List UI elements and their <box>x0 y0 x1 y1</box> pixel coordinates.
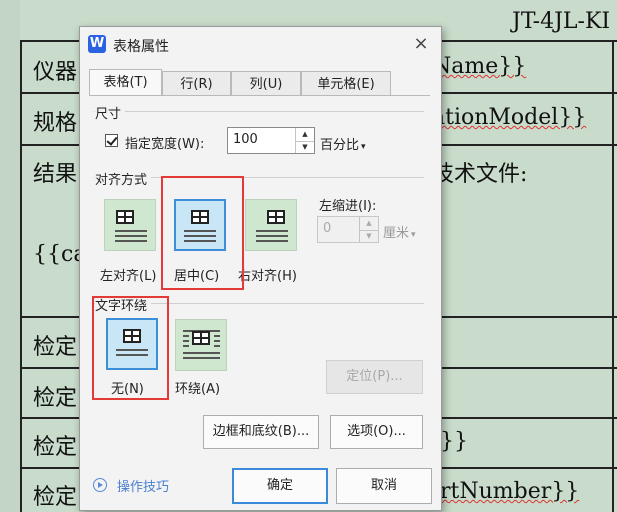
alignment-group-label: 对齐方式 <box>95 169 152 188</box>
tab-row[interactable]: 行(R) <box>162 71 231 96</box>
spin-up-icon[interactable]: ▲ <box>296 128 314 142</box>
spin-down-icon[interactable]: ▼ <box>360 230 378 243</box>
width-unit-value: 百分比 <box>320 138 360 153</box>
align-right-label[interactable]: 右对齐(H) <box>238 265 297 284</box>
text-line-icon <box>256 235 288 237</box>
table-border <box>20 40 22 512</box>
operation-tips-link[interactable]: 操作技巧 <box>117 476 169 495</box>
tab-column[interactable]: 列(U) <box>231 71 301 96</box>
table-row-label[interactable]: 结果 <box>33 156 77 188</box>
text-line-icon <box>115 240 147 242</box>
left-indent-label: 左缩进(I): <box>319 199 377 214</box>
text-line-icon <box>214 335 220 337</box>
align-left-label[interactable]: 左对齐(L) <box>100 265 156 284</box>
table-row-label[interactable]: 规格 <box>33 105 77 137</box>
play-circle-icon[interactable] <box>93 478 107 492</box>
width-unit-select[interactable]: 百分比 ▾ <box>320 134 366 153</box>
table-border <box>612 40 614 512</box>
tab-cell[interactable]: 单元格(E) <box>301 71 391 96</box>
text-line-icon <box>183 340 189 342</box>
dialog-title: 表格属性 <box>113 39 169 55</box>
table-row-value[interactable]: }} <box>440 429 468 454</box>
table-icon <box>192 331 210 345</box>
table-row-label[interactable]: 仪器 <box>33 54 77 86</box>
indent-unit-value: 厘米 <box>383 226 410 241</box>
document-margin <box>0 0 20 512</box>
highlight-box-wrap-none <box>92 296 169 400</box>
group-divider <box>94 111 424 112</box>
table-icon <box>267 210 285 224</box>
width-value: 100 <box>233 132 258 147</box>
options-button[interactable]: 选项(O)... <box>330 415 423 449</box>
table-row-label[interactable]: 检定 <box>33 479 77 511</box>
align-right-option[interactable] <box>245 199 297 251</box>
document-id: JT-4JL-KI <box>512 9 611 34</box>
highlight-box-center-align <box>161 176 244 290</box>
dropdown-caret-icon: ▾ <box>361 142 366 152</box>
text-line-icon <box>183 335 189 337</box>
table-row-value[interactable]: Name}} <box>432 54 526 79</box>
text-line-icon <box>183 357 220 359</box>
dialog-title-bar[interactable]: W 表格属性 × <box>80 27 441 61</box>
tab-divider <box>89 95 430 96</box>
table-row-label[interactable]: 检定 <box>33 329 77 361</box>
text-line-icon <box>214 340 220 342</box>
text-line-icon <box>183 352 220 354</box>
text-line-icon <box>256 240 288 242</box>
wrap-around-option[interactable] <box>175 319 227 371</box>
close-icon[interactable]: × <box>410 33 432 55</box>
table-row-label[interactable]: 检定 <box>33 429 77 461</box>
tab-table[interactable]: 表格(T) <box>89 69 162 96</box>
cancel-button[interactable]: 取消 <box>336 468 432 504</box>
text-line-icon <box>256 230 288 232</box>
spin-down-icon[interactable]: ▼ <box>296 141 314 154</box>
borders-shading-button[interactable]: 边框和底纹(B)... <box>203 415 319 449</box>
left-indent-value: 0 <box>323 221 332 236</box>
dropdown-caret-icon: ▾ <box>411 230 416 240</box>
width-spinner[interactable]: 100 ▲ ▼ <box>227 127 315 154</box>
size-group-label: 尺寸 <box>95 103 126 122</box>
table-properties-dialog: W 表格属性 × 表格(T) 行(R) 列(U) 单元格(E) 尺寸 指定宽度(… <box>79 26 442 511</box>
ok-button[interactable]: 确定 <box>232 468 328 504</box>
table-row-value[interactable]: ationModel}} <box>432 105 586 130</box>
spin-up-icon[interactable]: ▲ <box>360 217 378 231</box>
wps-writer-logo-icon: W <box>88 35 106 53</box>
text-line-icon <box>115 235 147 237</box>
text-line-icon <box>183 345 189 347</box>
specify-width-checkbox[interactable] <box>105 134 118 147</box>
specify-width-label[interactable]: 指定宽度(W): <box>125 133 204 152</box>
text-line-icon <box>115 230 147 232</box>
table-row-label[interactable]: 检定 <box>33 380 77 412</box>
align-left-option[interactable] <box>104 199 156 251</box>
table-row-value[interactable]: rtNumber}} <box>440 479 579 504</box>
table-row-value[interactable]: 技术文件: <box>432 156 527 188</box>
indent-unit-select[interactable]: 厘米 ▾ <box>383 222 416 241</box>
position-button[interactable]: 定位(P)... <box>326 360 423 394</box>
text-line-icon <box>214 345 220 347</box>
left-indent-spinner[interactable]: 0 ▲ ▼ <box>317 216 379 243</box>
table-icon <box>116 210 134 224</box>
wrap-around-label[interactable]: 环绕(A) <box>175 378 220 397</box>
